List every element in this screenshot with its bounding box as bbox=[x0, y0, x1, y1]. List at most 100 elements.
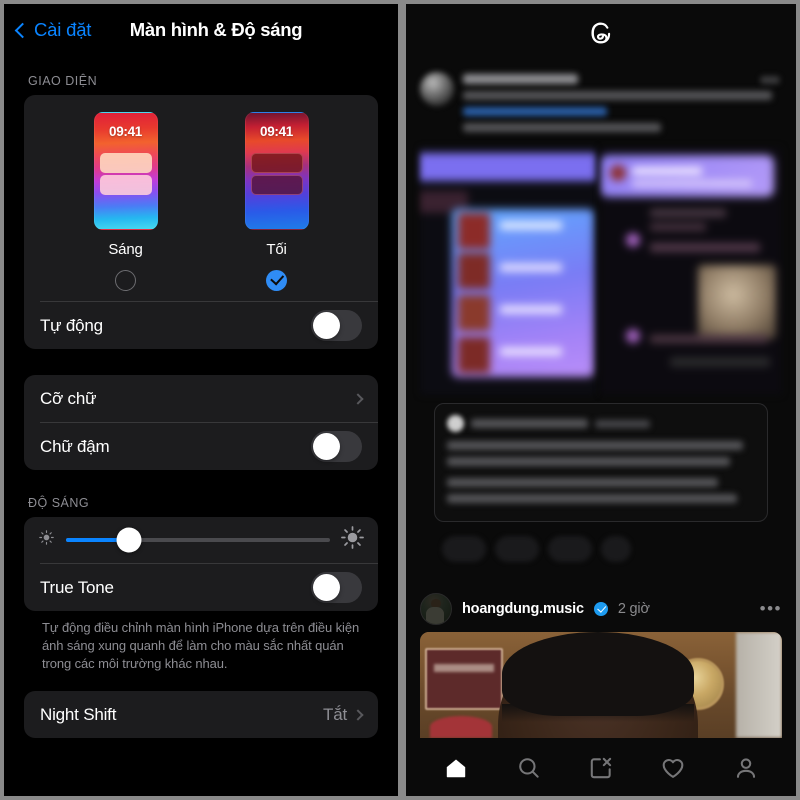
ios-settings-panel: Cài đặt Màn hình & Độ sáng GIAO DIỆN 09:… bbox=[4, 4, 398, 796]
light-mode-radio[interactable] bbox=[115, 269, 136, 291]
text-size-label: Cỡ chữ bbox=[40, 388, 97, 408]
post-media-image[interactable] bbox=[420, 632, 782, 738]
avatar[interactable] bbox=[420, 593, 452, 625]
verified-badge-icon bbox=[593, 602, 608, 616]
blurred-line bbox=[463, 107, 607, 116]
tab-home[interactable] bbox=[428, 748, 484, 788]
chevron-left-icon bbox=[14, 22, 31, 39]
blurred-like-pill[interactable] bbox=[442, 536, 486, 562]
back-to-settings-button[interactable]: Cài đặt bbox=[4, 19, 91, 41]
appearance-section-header: GIAO DIỆN bbox=[28, 74, 98, 88]
threads-header bbox=[406, 4, 796, 66]
tab-activity[interactable] bbox=[645, 748, 701, 788]
blurred-quote-avatar bbox=[447, 415, 464, 432]
blurred-line bbox=[471, 419, 589, 428]
auto-appearance-toggle[interactable] bbox=[311, 310, 362, 341]
threads-tab-bar bbox=[406, 740, 796, 796]
blurred-media-row[interactable] bbox=[420, 147, 782, 395]
thumbnail-notification bbox=[250, 153, 303, 173]
screenshot-stage: Cài đặt Màn hình & Độ sáng GIAO DIỆN 09:… bbox=[0, 0, 800, 800]
more-options-icon[interactable]: ••• bbox=[760, 599, 782, 619]
blurred-share-pill[interactable] bbox=[601, 536, 631, 562]
appearance-card: 09:41 Sáng 09:41 Tối Tự động bbox=[24, 95, 378, 349]
tab-profile[interactable] bbox=[718, 748, 774, 788]
threads-app-panel: hoangdung.music 2 giờ ••• bbox=[406, 4, 796, 796]
blurred-quote-header bbox=[447, 415, 755, 432]
threads-feed[interactable]: hoangdung.music 2 giờ ••• bbox=[406, 66, 796, 738]
settings-scroll-area: GIAO DIỆN 09:41 Sáng 09:41 Tối Tự động C… bbox=[4, 56, 398, 738]
light-mode-thumbnail[interactable]: 09:41 bbox=[93, 112, 158, 230]
bold-text-toggle[interactable] bbox=[311, 431, 362, 462]
blurred-line bbox=[447, 494, 737, 503]
chevron-right-icon bbox=[352, 392, 364, 405]
thumbnail-notification bbox=[250, 175, 303, 195]
light-radio-wrap bbox=[115, 267, 136, 293]
toggle-knob bbox=[313, 312, 340, 339]
thumbnail-notification bbox=[99, 175, 152, 195]
dark-mode-radio[interactable] bbox=[266, 269, 287, 291]
dark-radio-wrap bbox=[266, 267, 287, 293]
blurred-avatar bbox=[420, 72, 454, 106]
toggle-knob bbox=[313, 433, 340, 460]
night-shift-card: Night Shift Tắt bbox=[24, 691, 378, 738]
true-tone-row[interactable]: True Tone bbox=[24, 564, 378, 611]
true-tone-footnote: Tự động điều chỉnh màn hình iPhone dựa t… bbox=[42, 620, 360, 671]
visible-post[interactable]: hoangdung.music 2 giờ ••• bbox=[406, 587, 796, 738]
thumbnail-time-dark: 09:41 bbox=[259, 124, 294, 139]
true-tone-label: True Tone bbox=[40, 577, 114, 597]
blurred-line bbox=[447, 441, 743, 450]
blurred-line bbox=[447, 457, 731, 466]
thumbnail-time-light: 09:41 bbox=[108, 124, 143, 139]
sun-low-icon bbox=[38, 529, 55, 551]
blurred-repost-pill[interactable] bbox=[548, 536, 592, 562]
night-shift-row[interactable]: Night Shift Tắt bbox=[24, 691, 378, 738]
bold-text-row[interactable]: Chữ đậm bbox=[24, 423, 378, 470]
appearance-previews: 09:41 Sáng 09:41 Tối bbox=[24, 112, 378, 293]
thumbnail-notification bbox=[99, 153, 152, 173]
blurred-line bbox=[463, 91, 773, 100]
auto-appearance-label: Tự động bbox=[40, 315, 103, 335]
chevron-right-icon bbox=[352, 708, 364, 721]
threads-logo-icon bbox=[584, 16, 618, 55]
blurred-line bbox=[447, 478, 719, 487]
appearance-option-dark[interactable]: 09:41 Tối bbox=[240, 112, 314, 293]
blurred-post-header bbox=[420, 72, 782, 139]
home-icon bbox=[446, 759, 466, 778]
blurred-media-right[interactable] bbox=[600, 147, 782, 395]
true-tone-toggle[interactable] bbox=[311, 572, 362, 603]
light-mode-label: Sáng bbox=[108, 241, 143, 258]
brightness-slider-track[interactable] bbox=[66, 527, 330, 553]
brightness-card: True Tone bbox=[24, 517, 378, 611]
visible-post-header: hoangdung.music 2 giờ ••• bbox=[420, 587, 782, 632]
blurred-text-lines bbox=[463, 72, 782, 139]
blurred-post[interactable] bbox=[406, 66, 796, 562]
blurred-line bbox=[463, 123, 661, 132]
tab-compose[interactable] bbox=[573, 748, 629, 788]
blurred-line bbox=[463, 74, 578, 84]
heart-icon bbox=[663, 759, 684, 778]
bold-text-label: Chữ đậm bbox=[40, 436, 110, 456]
night-shift-label: Night Shift bbox=[40, 704, 117, 724]
media-person-hair bbox=[502, 632, 694, 722]
tab-search[interactable] bbox=[501, 748, 557, 788]
blurred-action-row[interactable] bbox=[420, 522, 782, 562]
dark-mode-label: Tối bbox=[266, 241, 287, 258]
media-framed-certificate bbox=[425, 648, 503, 710]
navigation-bar: Cài đặt Màn hình & Độ sáng bbox=[4, 4, 398, 56]
brightness-slider-thumb[interactable] bbox=[116, 527, 142, 553]
dark-mode-thumbnail[interactable]: 09:41 bbox=[244, 112, 309, 230]
text-settings-card: Cỡ chữ Chữ đậm bbox=[24, 375, 378, 470]
blurred-more-icon bbox=[760, 76, 780, 84]
blurred-media-left[interactable] bbox=[420, 147, 596, 395]
back-label: Cài đặt bbox=[34, 19, 92, 40]
text-size-row[interactable]: Cỡ chữ bbox=[24, 375, 378, 422]
appearance-option-light[interactable]: 09:41 Sáng bbox=[89, 112, 163, 293]
auto-appearance-row[interactable]: Tự động bbox=[24, 302, 378, 349]
post-username[interactable]: hoangdung.music bbox=[462, 601, 584, 617]
blurred-reply-pill[interactable] bbox=[495, 536, 539, 562]
blurred-quote-post[interactable] bbox=[434, 403, 768, 522]
brightness-slider-row[interactable] bbox=[24, 517, 378, 563]
blurred-line bbox=[595, 419, 651, 428]
